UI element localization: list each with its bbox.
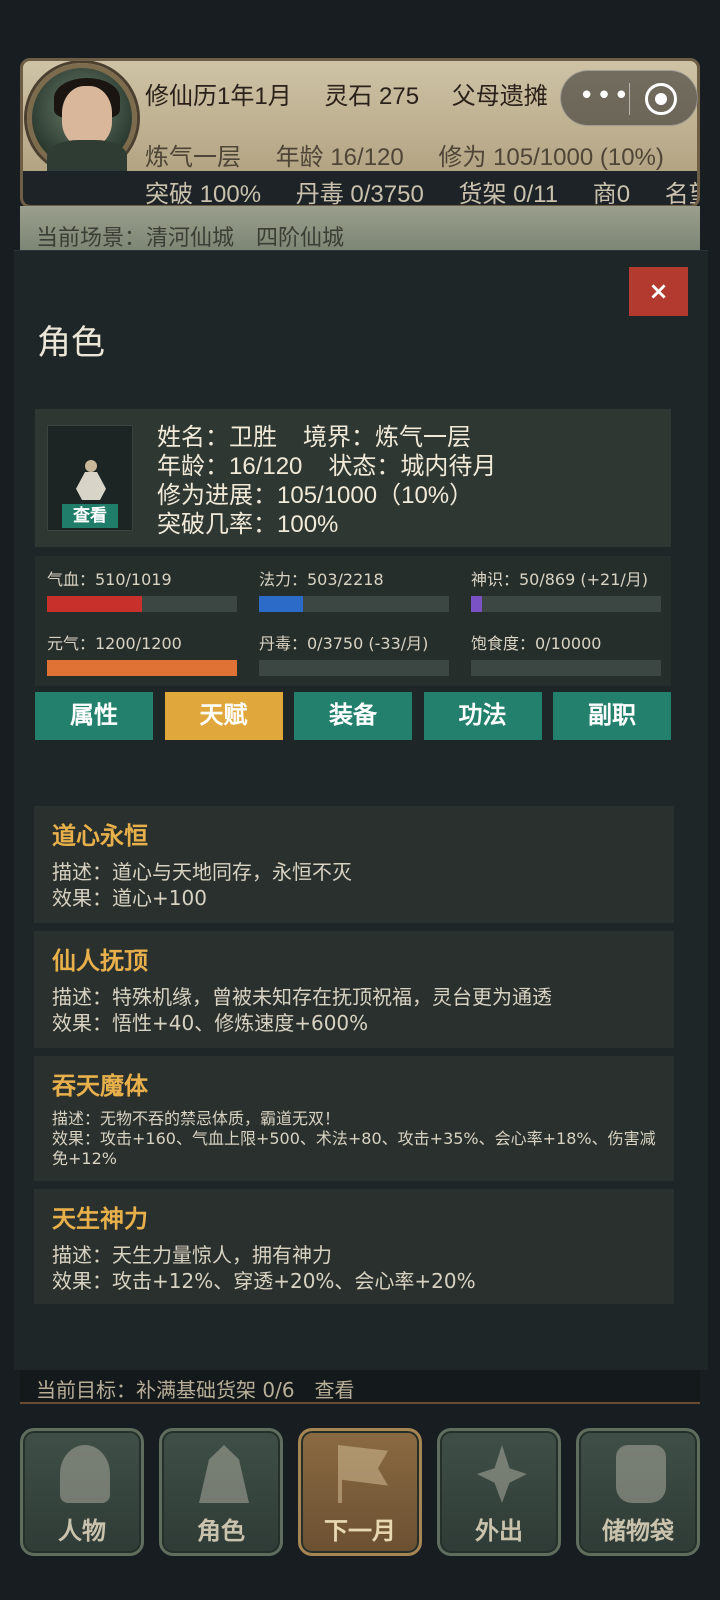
exit-target-icon[interactable] <box>645 83 677 115</box>
tab-equipment[interactable]: 装备 <box>294 692 412 740</box>
nav-outing-button[interactable]: 外出 <box>437 1428 561 1556</box>
player-avatar[interactable] <box>27 63 137 180</box>
figure-head <box>85 460 97 472</box>
bottom-nav: 人物 角色 下一月 外出 储物袋 <box>20 1428 700 1600</box>
stat-mana: 法力：503/2218 <box>259 566 449 612</box>
stat-fill <box>47 660 237 676</box>
lotus-icon <box>477 1445 527 1503</box>
stat-label: 法力：503/2218 <box>259 570 384 589</box>
nav-label: 储物袋 <box>602 1518 674 1545</box>
more-icon[interactable]: ••• <box>579 83 629 113</box>
stat-fill <box>47 596 142 612</box>
capsule-divider <box>629 83 630 115</box>
goal-strip: 当前目标：补满基础货架 0/6 查看 <box>20 1370 700 1404</box>
person-icon <box>60 1445 110 1503</box>
flag-icon <box>338 1445 388 1503</box>
talent-list[interactable]: 道心永恒 描述：道心与天地同存，永恒不灭 效果：道心+100 仙人抚顶 描述：特… <box>34 806 674 1304</box>
merchant-text: 商0 <box>592 181 631 208</box>
talent-card: 仙人抚顶 描述：特殊机缘，曾被未知存在抚顶祝福，灵台更为通透 效果：悟性+40、… <box>34 931 674 1048</box>
talent-card: 道心永恒 描述：道心与天地同存，永恒不灭 效果：道心+100 <box>34 806 674 923</box>
shelf-text: 货架 0/11 <box>458 181 559 208</box>
talent-effect: 效果：悟性+40、修炼速度+600% <box>52 1011 369 1035</box>
breakthrough-rate-text: 突破几率：100% <box>157 511 339 538</box>
stat-label: 饱食度：0/10000 <box>471 634 602 653</box>
avatar-face <box>62 86 112 146</box>
talent-effect: 效果：攻击+160、气血上限+500、术法+80、攻击+35%、会心率+18%、… <box>52 1129 656 1168</box>
scene-strip: 当前场景：清河仙城 四阶仙城 <box>20 206 700 251</box>
modal-title: 角色 <box>37 324 105 362</box>
character-card: 查看 姓名：卫胜 境界：炼气一层 年龄：16/120 状态：城内待月 修为进展：10… <box>35 409 671 547</box>
talent-description: 描述：特殊机缘，曾被未知存在抚顶祝福，灵台更为通透 <box>52 985 552 1009</box>
nav-label: 外出 <box>475 1518 523 1545</box>
talent-name: 吞天魔体 <box>52 1073 148 1100</box>
stall-name: 父母遗摊 <box>451 83 548 110</box>
view-button[interactable]: 查看 <box>62 504 118 528</box>
stat-fill <box>471 596 483 612</box>
nav-person-button[interactable]: 人物 <box>20 1428 144 1556</box>
stat-bar <box>47 660 237 676</box>
bag-icon <box>616 1445 666 1503</box>
hud-row-cultivation: 炼气一层 年龄 16/120 修为 105/1000 (10%) <box>145 137 692 172</box>
stat-label: 神识：50/869 (+21/月) <box>471 570 649 589</box>
stat-label: 丹毒：0/3750 (-33/月) <box>259 634 429 653</box>
age-text: 年龄 16/120 <box>275 144 404 171</box>
stats-panel: 气血：510/1019 法力：503/2218 神识：50/869 (+21/月… <box>35 556 671 686</box>
cultivation-text: 修为 105/1000 (10%) <box>438 144 664 171</box>
stat-pill-poison: 丹毒：0/3750 (-33/月) <box>259 630 449 676</box>
stat-bar <box>471 660 661 676</box>
talent-description: 描述：道心与天地同存，永恒不灭 <box>52 860 352 884</box>
calendar-date: 修仙历1年1月 <box>145 83 292 110</box>
fame-text: 名望 <box>664 181 697 208</box>
stat-fill <box>259 596 303 612</box>
hud-row-stats: 突破 100% 丹毒 0/3750 货架 0/11 商0 名望 <box>145 174 697 208</box>
tab-techniques[interactable]: 功法 <box>423 692 542 740</box>
nav-label: 角色 <box>197 1518 245 1545</box>
stat-bar <box>259 660 449 676</box>
talent-effect: 效果：道心+100 <box>52 886 207 910</box>
figure-body <box>76 472 106 500</box>
current-goal[interactable]: 当前目标：补满基础货架 0/6 查看 <box>36 1374 355 1403</box>
miniprogram-capsule: ••• <box>560 70 698 126</box>
nav-next-month-button[interactable]: 下一月 <box>298 1428 422 1556</box>
stat-bar <box>471 596 661 612</box>
talent-card: 天生神力 描述：天生力量惊人，拥有神力 效果：攻击+12%、穿透+20%、会心率… <box>34 1189 674 1304</box>
pill-poison-text: 丹毒 0/3750 <box>295 181 424 208</box>
character-modal: × 角色 查看 姓名：卫胜 境界：炼气一层 年龄：16/120 状态：城内待月 修为… <box>14 250 708 1370</box>
talent-name: 天生神力 <box>52 1206 148 1233</box>
character-tabs: 属性 天赋 装备 功法 副职 <box>35 692 671 740</box>
talent-name: 道心永恒 <box>52 823 148 850</box>
realm-text: 炼气一层 <box>145 144 241 171</box>
nav-label: 人物 <box>58 1518 106 1545</box>
talent-name: 仙人抚顶 <box>52 948 148 975</box>
character-portrait: 查看 <box>47 425 133 531</box>
stat-label: 气血：510/1019 <box>47 570 172 589</box>
tab-talents[interactable]: 天赋 <box>164 692 283 740</box>
talent-description: 描述：无物不吞的禁忌体质，霸道无双！ <box>52 1109 341 1128</box>
hud-row-calendar: 修仙历1年1月 灵石 275 父母遗摊 <box>145 76 574 111</box>
stat-hp: 气血：510/1019 <box>47 566 237 612</box>
current-scene: 当前场景：清河仙城 四阶仙城 <box>36 226 345 251</box>
stat-bar <box>259 596 449 612</box>
nav-role-button[interactable]: 角色 <box>159 1428 283 1556</box>
tab-attributes[interactable]: 属性 <box>35 692 153 740</box>
close-button[interactable]: × <box>629 267 688 316</box>
robe-icon <box>199 1445 249 1503</box>
stat-bar <box>47 596 237 612</box>
nav-label: 下一月 <box>324 1518 396 1545</box>
breakthrough-text: 突破 100% <box>145 181 262 208</box>
stat-label: 元气：1200/1200 <box>47 634 182 653</box>
nav-storage-bag-button[interactable]: 储物袋 <box>576 1428 700 1556</box>
spirit-stone-count: 灵石 275 <box>324 83 420 110</box>
tab-side-jobs[interactable]: 副职 <box>553 692 671 740</box>
talent-card: 吞天魔体 描述：无物不吞的禁忌体质，霸道无双！ 效果：攻击+160、气血上限+5… <box>34 1056 674 1181</box>
talent-effect: 效果：攻击+12%、穿透+20%、会心率+20% <box>52 1269 476 1293</box>
stat-satiety: 饱食度：0/10000 <box>471 630 661 676</box>
stat-vital-energy: 元气：1200/1200 <box>47 630 237 676</box>
talent-description: 描述：天生力量惊人，拥有神力 <box>52 1243 332 1267</box>
stat-spirit-sense: 神识：50/869 (+21/月) <box>471 566 661 612</box>
